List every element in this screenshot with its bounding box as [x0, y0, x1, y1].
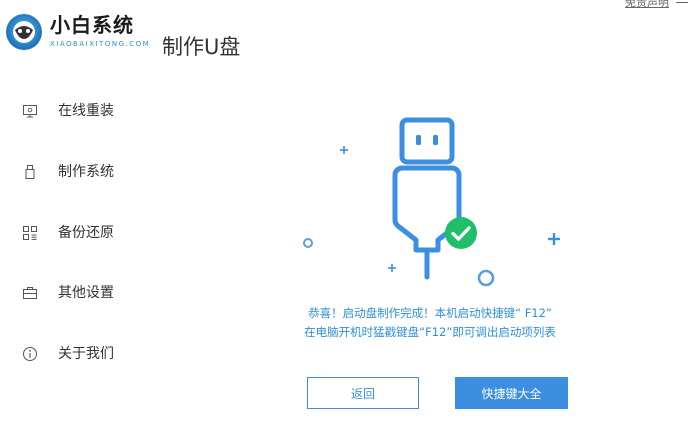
- success-message-line2: 在电脑开机时猛戳键盘“F12”即可调出启动项列表: [304, 325, 556, 339]
- success-check-icon: [445, 217, 477, 249]
- sidebar-item-make-system[interactable]: 制作系统: [0, 152, 150, 192]
- hotkeys-list-button[interactable]: 快捷键大全: [455, 377, 568, 409]
- disclaimer-link[interactable]: 免责声明: [625, 0, 669, 10]
- monitor-icon: [23, 105, 37, 118]
- usb-drive-illustration: [392, 117, 462, 280]
- sidebar-item-label: 其他设置: [58, 285, 114, 301]
- brand-subtitle: XIAOBAIXITONG.COM: [50, 40, 151, 48]
- sidebar-item-label: 备份还原: [58, 225, 114, 241]
- sidebar-item-online-reinstall[interactable]: 在线重装: [0, 91, 150, 131]
- backup-icon: [23, 226, 37, 240]
- page-title: 制作U盘: [162, 35, 241, 59]
- minimize-button[interactable]: [676, 2, 688, 3]
- plus-decoration-icon: [548, 233, 560, 245]
- logo-icon: [6, 14, 42, 50]
- sidebar-item-about-us[interactable]: 关于我们: [0, 334, 150, 374]
- info-icon: [23, 347, 37, 361]
- circle-decoration-icon: [303, 238, 313, 248]
- success-message-line1: 恭喜！启动盘制作完成！本机启动快捷键“ F12”: [308, 306, 552, 320]
- sidebar-item-backup-restore[interactable]: 备份还原: [0, 213, 150, 253]
- brand-name: 小白系统: [50, 13, 134, 37]
- back-button[interactable]: 返回: [307, 377, 419, 409]
- usb-icon: [25, 165, 35, 179]
- toolbox-icon: [23, 287, 37, 299]
- sidebar-item-label: 在线重装: [58, 103, 114, 119]
- sidebar: 在线重装 制作系统 备份还原 其他设置 关于我们: [0, 80, 150, 410]
- app-window: 小白系统 XIAOBAIXITONG.COM 制作U盘 免责声明 在线重装 制作…: [0, 0, 691, 434]
- sidebar-item-other-settings[interactable]: 其他设置: [0, 273, 150, 313]
- sidebar-item-label: 制作系统: [58, 164, 114, 180]
- plus-decoration-icon: [340, 146, 348, 154]
- sidebar-item-label: 关于我们: [58, 346, 114, 362]
